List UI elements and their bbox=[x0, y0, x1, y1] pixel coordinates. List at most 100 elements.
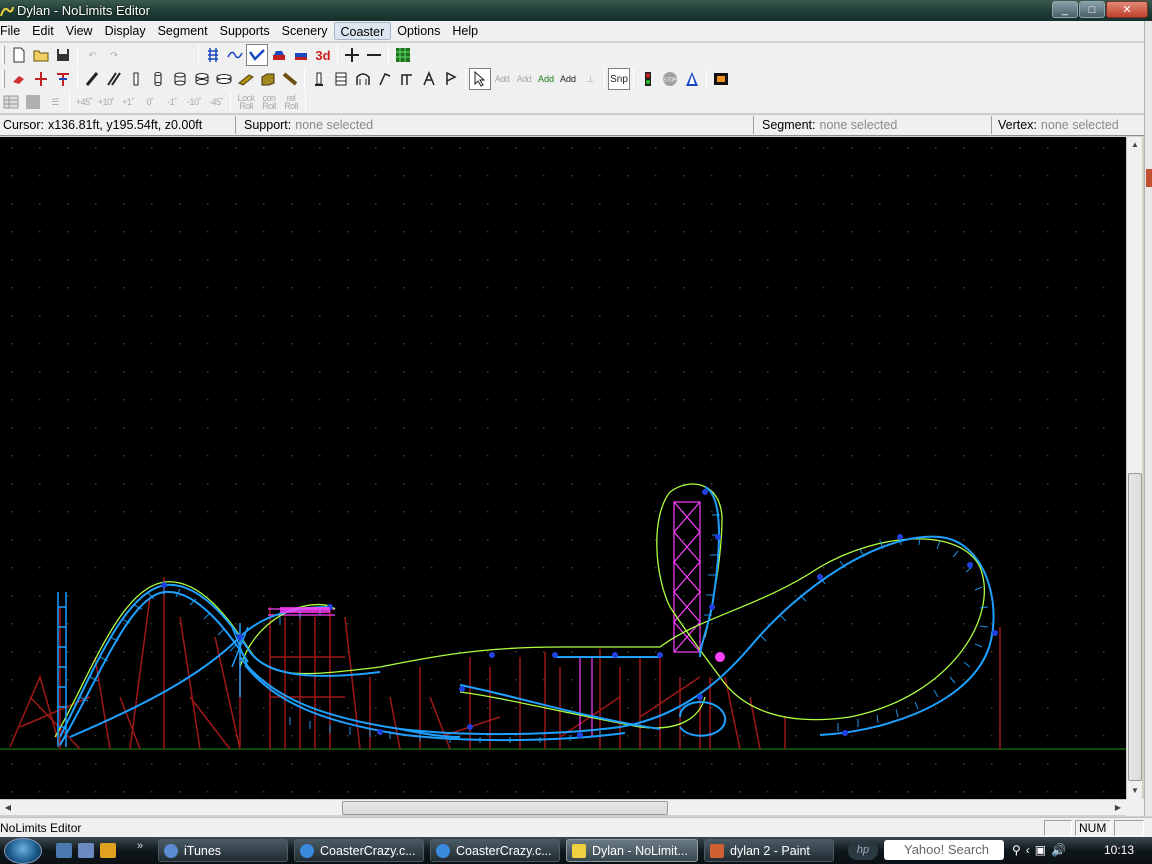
roll-zero-button[interactable]: 0˚ bbox=[139, 91, 161, 113]
cylinder-icon[interactable] bbox=[169, 68, 191, 90]
media-player-icon[interactable] bbox=[100, 843, 116, 858]
title-bar[interactable]: Dylan - NoLimits Editor _ □ ✕ bbox=[0, 0, 1152, 21]
add-beam-icon[interactable]: Add bbox=[557, 68, 579, 90]
scroll-right-arrow[interactable]: ▶ bbox=[1110, 800, 1126, 816]
editor-viewport[interactable] bbox=[0, 137, 1126, 799]
coaster-canvas[interactable] bbox=[0, 137, 1126, 799]
menu-supports[interactable]: Supports bbox=[214, 22, 276, 40]
undo-icon[interactable]: ↶ bbox=[81, 44, 103, 66]
rel-roll-button[interactable]: rel Roll bbox=[280, 91, 302, 113]
taskbar-item-itunes[interactable]: iTunes bbox=[158, 839, 288, 862]
lock-roll-button[interactable]: Lock Roll bbox=[234, 91, 258, 113]
snap-toggle[interactable]: Snp bbox=[608, 68, 630, 90]
toolbar-grip[interactable] bbox=[2, 46, 5, 64]
tray-expand-icon[interactable]: ‹ bbox=[1026, 843, 1030, 857]
network-icon[interactable]: ▣ bbox=[1035, 843, 1046, 857]
minimize-button[interactable]: _ bbox=[1052, 1, 1078, 18]
beam-icon[interactable] bbox=[81, 68, 103, 90]
horizontal-scroll-thumb[interactable] bbox=[342, 801, 668, 815]
menu-display[interactable]: Display bbox=[99, 22, 152, 40]
spline-view-icon[interactable] bbox=[224, 44, 246, 66]
vertical-scroll-thumb[interactable] bbox=[1128, 473, 1142, 781]
scroll-left-arrow[interactable]: ◀ bbox=[0, 800, 16, 816]
support-join-icon[interactable] bbox=[30, 68, 52, 90]
add-support-icon[interactable]: Add bbox=[535, 68, 557, 90]
clock[interactable]: 10:13 bbox=[1104, 843, 1134, 857]
switch-windows-icon[interactable] bbox=[78, 843, 94, 858]
roll-plus1-button[interactable]: +1˚ bbox=[117, 91, 139, 113]
traffic-light-icon[interactable] bbox=[637, 68, 659, 90]
open-folder-icon[interactable] bbox=[30, 44, 52, 66]
taskbar-item-coastercrazy-2[interactable]: CoasterCrazy.c... bbox=[430, 839, 560, 862]
menu-options[interactable]: Options bbox=[391, 22, 446, 40]
table-icon[interactable] bbox=[0, 91, 22, 113]
taskbar-item-paint[interactable]: dylan 2 - Paint bbox=[704, 839, 834, 862]
select-pointer-icon[interactable] bbox=[469, 68, 491, 90]
zoom-out-icon[interactable] bbox=[363, 44, 385, 66]
3d-view-icon[interactable]: 3d bbox=[312, 44, 334, 66]
train-view-icon[interactable] bbox=[268, 44, 290, 66]
taskbar-item-nolimits[interactable]: Dylan - NoLimit... bbox=[566, 839, 698, 862]
eraser-icon[interactable] bbox=[8, 68, 30, 90]
station-icon[interactable] bbox=[330, 68, 352, 90]
cantilever-icon[interactable] bbox=[440, 68, 462, 90]
menu-scenery[interactable]: Scenery bbox=[276, 22, 334, 40]
roll-minus1-button[interactable]: -1˚ bbox=[161, 91, 183, 113]
volume-icon[interactable]: 🔊 bbox=[1051, 843, 1066, 857]
menu-help[interactable]: Help bbox=[446, 22, 484, 40]
double-beam-icon[interactable] bbox=[103, 68, 125, 90]
redo-icon[interactable]: ↷ bbox=[103, 44, 125, 66]
bent-support-2-icon[interactable] bbox=[396, 68, 418, 90]
solid-gray-icon[interactable] bbox=[22, 91, 44, 113]
add-vertex-icon[interactable]: Add bbox=[491, 68, 513, 90]
roll-plus10-button[interactable]: +10˚ bbox=[95, 91, 117, 113]
add-segment-icon[interactable]: Add bbox=[513, 68, 535, 90]
taskbar-item-coastercrazy-1[interactable]: CoasterCrazy.c... bbox=[294, 839, 424, 862]
maximize-button[interactable]: □ bbox=[1079, 1, 1105, 18]
menu-segment[interactable]: Segment bbox=[152, 22, 214, 40]
menu-view[interactable]: View bbox=[60, 22, 99, 40]
menu-file[interactable]: File bbox=[0, 22, 26, 40]
roll-minus10-button[interactable]: -10˚ bbox=[183, 91, 205, 113]
footer-icon[interactable] bbox=[308, 68, 330, 90]
new-file-icon[interactable] bbox=[8, 44, 30, 66]
stop-icon[interactable]: STOP bbox=[659, 68, 681, 90]
menu-edit[interactable]: Edit bbox=[26, 22, 60, 40]
arch-icon[interactable] bbox=[352, 68, 374, 90]
pillar-icon[interactable] bbox=[147, 68, 169, 90]
banking-icon[interactable]: ☰ bbox=[44, 91, 66, 113]
scenery-lights-icon[interactable] bbox=[710, 68, 732, 90]
support-tee-icon[interactable] bbox=[52, 68, 74, 90]
wide-cylinder-icon[interactable] bbox=[191, 68, 213, 90]
horizontal-scrollbar[interactable]: ◀ ▶ bbox=[0, 799, 1126, 815]
search-icon[interactable]: ⚲ bbox=[1012, 843, 1021, 857]
tower-icon[interactable] bbox=[681, 68, 703, 90]
block-icon[interactable] bbox=[257, 68, 279, 90]
column-icon[interactable] bbox=[125, 68, 147, 90]
wireframe-view-icon[interactable] bbox=[246, 44, 268, 66]
quick-launch-chevron-icon[interactable]: » bbox=[137, 840, 143, 852]
toolbar-grip[interactable] bbox=[2, 70, 5, 88]
bent-support-icon[interactable] bbox=[374, 68, 396, 90]
yahoo-search-input[interactable]: Yahoo! Search bbox=[884, 840, 1004, 860]
flat-cylinder-icon[interactable] bbox=[213, 68, 235, 90]
start-button[interactable] bbox=[4, 838, 42, 864]
plank-icon[interactable] bbox=[235, 68, 257, 90]
add-footer-icon[interactable]: ⊥ bbox=[579, 68, 601, 90]
scroll-down-arrow[interactable]: ▼ bbox=[1127, 783, 1143, 799]
show-desktop-icon[interactable] bbox=[56, 843, 72, 858]
a-frame-icon[interactable] bbox=[418, 68, 440, 90]
roll-minus45-button[interactable]: -45˚ bbox=[205, 91, 227, 113]
grid-icon[interactable] bbox=[392, 44, 414, 66]
menu-coaster[interactable]: Coaster bbox=[333, 22, 392, 40]
close-button[interactable]: ✕ bbox=[1106, 1, 1148, 18]
vertical-scrollbar[interactable]: ▲ ▼ bbox=[1126, 137, 1142, 799]
con-roll-button[interactable]: con Roll bbox=[258, 91, 280, 113]
roll-plus45-button[interactable]: +45˚ bbox=[73, 91, 95, 113]
zoom-in-icon[interactable] bbox=[341, 44, 363, 66]
train-solid-icon[interactable] bbox=[290, 44, 312, 66]
track-view-icon[interactable] bbox=[202, 44, 224, 66]
save-icon[interactable] bbox=[52, 44, 74, 66]
rod-icon[interactable] bbox=[279, 68, 301, 90]
scroll-up-arrow[interactable]: ▲ bbox=[1127, 137, 1143, 153]
